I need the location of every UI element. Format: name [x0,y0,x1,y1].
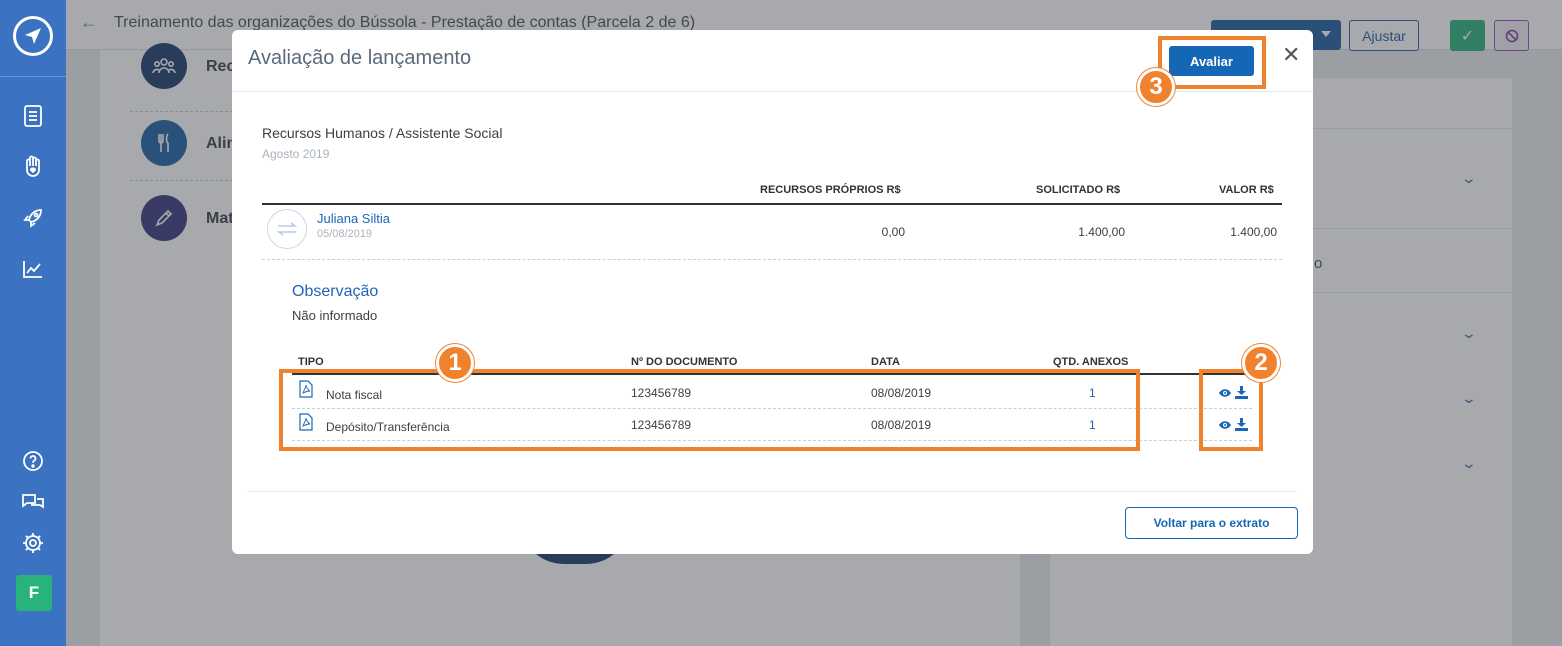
observation-text: Não informado [292,308,378,323]
close-icon[interactable]: ✕ [1282,42,1300,68]
compass-logo-icon[interactable] [13,16,53,56]
step-badge-1: 1 [436,344,474,382]
help-icon[interactable] [19,447,47,475]
transfer-icon [267,209,307,249]
step-badge-2: 2 [1242,344,1280,382]
gear-icon[interactable] [19,529,47,557]
column-header-value: VALOR R$ [1219,184,1274,196]
divider [262,259,1282,260]
evaluation-modal: Avaliação de lançamento Avaliar ✕ [232,30,1313,554]
sidebar: F [0,0,66,646]
entry-own-resources: 0,00 [881,225,905,239]
entry-requested: 1.400,00 [1078,225,1125,239]
section-title: Recursos Humanos / Assistente Social [262,125,503,141]
modal-footer-divider [247,491,1297,492]
back-to-statement-button[interactable]: Voltar para o extrato [1125,507,1298,539]
document-icon[interactable] [19,102,47,130]
chat-icon[interactable] [19,488,47,516]
rocket-icon[interactable] [19,204,47,232]
entry-value: 1.400,00 [1230,225,1277,239]
modal-title: Avaliação de lançamento [248,47,472,69]
column-header-own-resources: RECURSOS PRÓPRIOS R$ [760,184,901,196]
observation-title: Observação [292,283,379,300]
doc-column-number: Nº DO DOCUMENTO [631,356,738,368]
hand-heart-icon[interactable] [19,153,47,181]
table-header-rule [262,203,1282,205]
highlight-documents [279,369,1140,451]
doc-column-attachments: QTD. ANEXOS [1053,356,1129,368]
step-badge-3: 3 [1137,68,1175,106]
sidebar-separator [0,76,66,77]
entry-date: 05/08/2019 [317,228,373,240]
avatar[interactable]: F [16,575,52,611]
highlight-actions [1199,369,1263,451]
section-date: Agosto 2019 [262,147,330,161]
doc-column-type: TIPO [298,356,324,368]
entry-name-link[interactable]: Juliana Siltia [317,211,390,226]
doc-column-date: DATA [871,356,900,368]
column-header-requested: SOLICITADO R$ [1036,184,1121,196]
chart-line-icon[interactable] [19,255,47,283]
